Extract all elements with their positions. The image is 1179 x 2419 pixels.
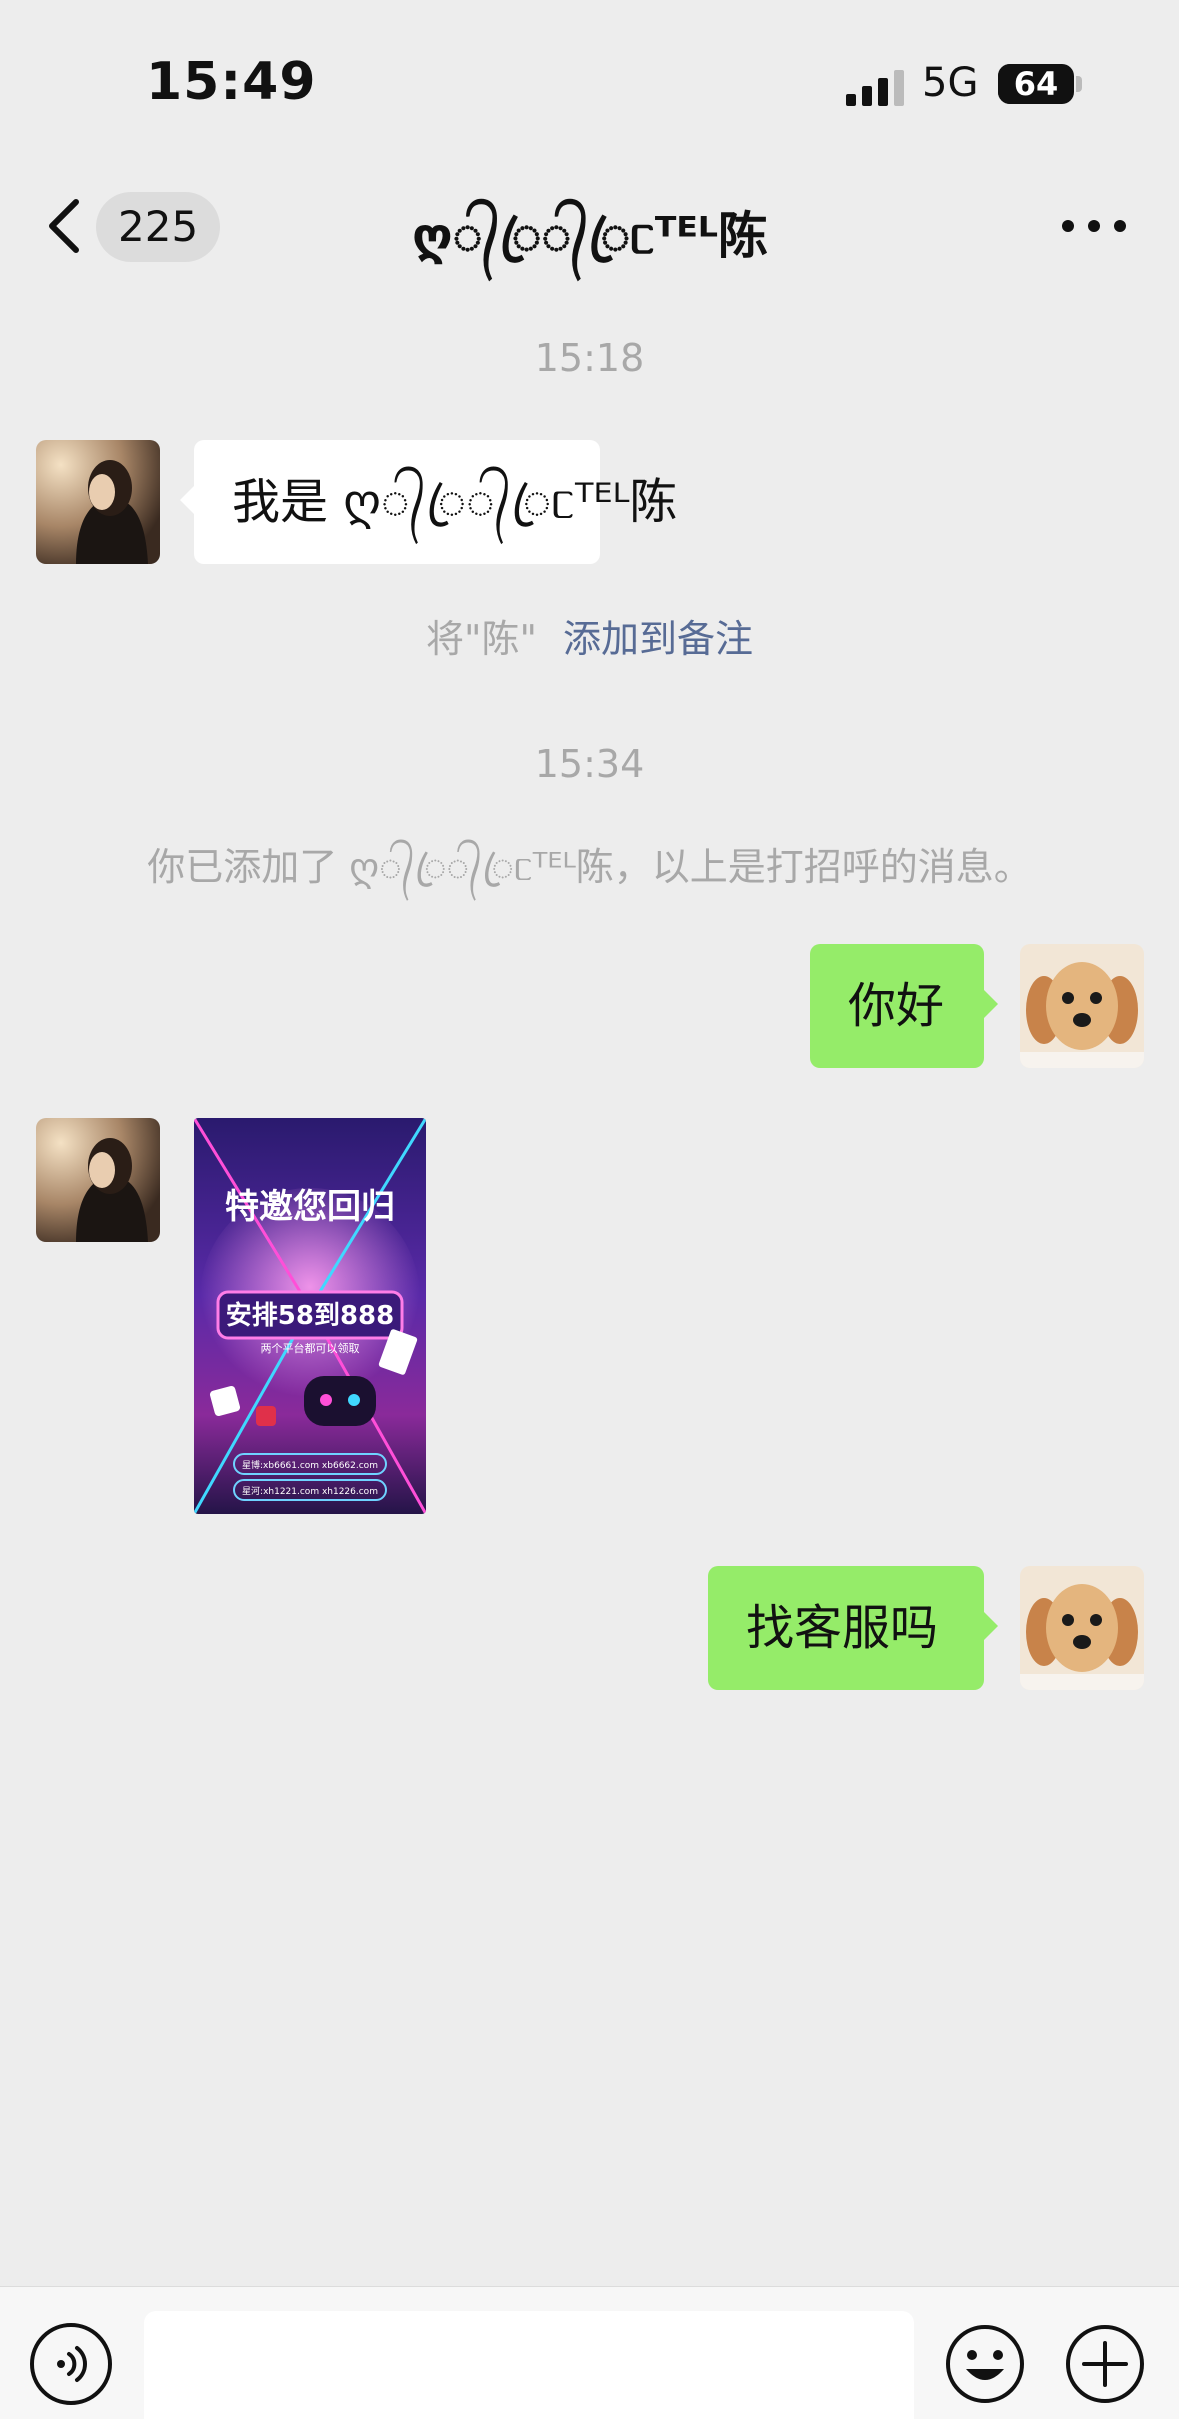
voice-button[interactable] (30, 2323, 112, 2405)
message-input[interactable] (144, 2311, 914, 2419)
remark-prefix: 将"陈" (426, 617, 537, 661)
chat-title: ღ᭄ꦿ᭄ꦿᥴᵀᴱᴸ陈 (412, 207, 768, 265)
friend-added-notice: 你已添加了 ღ᭄ꦿ᭄ꦿᥴᵀᴱᴸ陈，以上是打招呼的消息。 (147, 845, 1032, 889)
more-dots-icon (1088, 220, 1100, 232)
more-dots-icon (1114, 220, 1126, 232)
plus-icon (1066, 2325, 1144, 2403)
battery-percent: 64 (1013, 65, 1059, 103)
more-button[interactable] (1062, 202, 1126, 250)
contact-avatar[interactable] (36, 440, 160, 564)
battery-indicator: 64 (998, 64, 1074, 104)
network-type: 5G (922, 60, 979, 106)
plus-button[interactable] (1064, 2323, 1146, 2405)
message-bubble-incoming[interactable]: 我是 ღ᭄ꦿ᭄ꦿᥴᵀᴱᴸ陈 (180, 440, 677, 564)
input-bar (0, 2286, 1179, 2419)
woman-portrait-avatar (36, 440, 160, 564)
voice-icon (57, 2346, 87, 2382)
my-avatar[interactable] (1020, 944, 1144, 1068)
poster-offer-sub: 两个平台都可以领取 (261, 1341, 360, 1355)
emoji-icon (946, 2325, 1024, 2403)
chevron-left-icon (49, 199, 79, 253)
more-dots-icon (1062, 220, 1074, 232)
chat-screen: 15:49 5G 64 225 ღ᭄ꦿ᭄ꦿᥴᵀᴱᴸ陈 15:18 我是 ღ᭄ꦿ᭄… (0, 0, 1179, 2419)
status-time: 15:49 (146, 52, 317, 112)
remark-suggestion: 将"陈" 添加到备注 (0, 608, 1179, 663)
unread-count-badge[interactable]: 225 (96, 192, 221, 262)
woman-portrait-avatar (36, 1118, 160, 1242)
emoji-button[interactable] (944, 2323, 1026, 2405)
battery-cap (1076, 76, 1082, 92)
poster-headline: 特邀您回归 (225, 1187, 395, 1227)
poster-url-1: 星博:xb6661.com xb6662.com (242, 1459, 378, 1471)
promo-poster-image: 特邀您回归 安排58到888 两个平台都可以领取 星博:xb6661.com x… (194, 1118, 426, 1514)
timestamp: 15:18 (534, 336, 645, 380)
puppy-avatar (1020, 1566, 1144, 1690)
signal-icon (846, 70, 904, 106)
message-bubble-outgoing[interactable]: 你好 (810, 944, 998, 1068)
poster-offer: 安排58到888 (226, 1301, 394, 1331)
timestamp: 15:34 (534, 742, 645, 786)
image-message[interactable]: 特邀您回归 安排58到888 两个平台都可以领取 星博:xb6661.com x… (194, 1118, 426, 1514)
my-avatar[interactable] (1020, 1566, 1144, 1690)
poster-url-2: 星河:xh1221.com xh1226.com (242, 1485, 378, 1497)
back-button[interactable] (40, 190, 88, 262)
message-bubble-outgoing[interactable]: 找客服吗 (708, 1566, 998, 1690)
contact-avatar[interactable] (36, 1118, 160, 1242)
puppy-avatar (1020, 944, 1144, 1068)
add-remark-link[interactable]: 添加到备注 (563, 617, 753, 661)
